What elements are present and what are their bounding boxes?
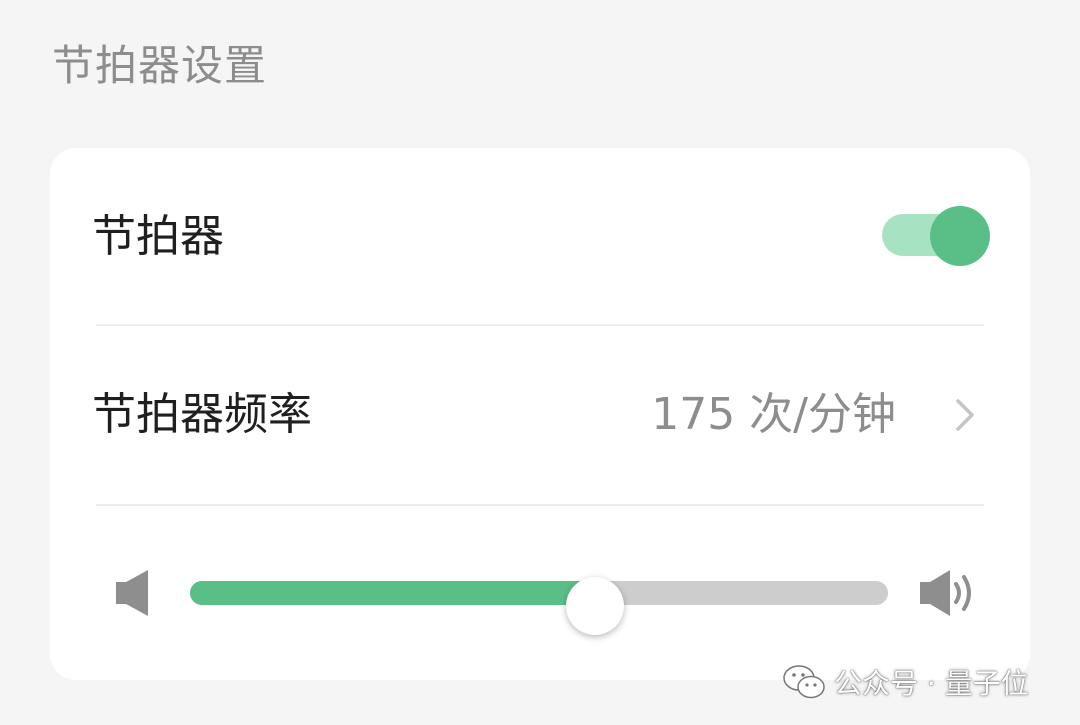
- frequency-label: 节拍器频率: [92, 389, 312, 440]
- watermark: 公众号 · 量子位: [782, 660, 1029, 704]
- chevron-right-icon: [956, 399, 974, 431]
- volume-low-icon: [116, 570, 148, 616]
- slider-thumb[interactable]: [565, 577, 624, 635]
- wechat-icon: [783, 665, 825, 699]
- frequency-value: 175 次/分钟: [651, 389, 896, 440]
- divider: [96, 504, 984, 506]
- volume-slider[interactable]: [190, 568, 890, 635]
- toggle-thumb: [930, 206, 990, 266]
- metronome-label: 节拍器: [92, 211, 224, 262]
- settings-card: 节拍器 节拍器频率 175 次/分钟: [50, 148, 1030, 680]
- metronome-toggle[interactable]: [882, 206, 992, 266]
- frequency-row[interactable]: 节拍器频率 175 次/分钟: [50, 326, 1030, 504]
- slider-fill: [190, 581, 595, 605]
- watermark-text: 公众号 · 量子位: [834, 667, 1029, 700]
- volume-high-icon: [920, 570, 971, 616]
- metronome-row: 节拍器: [50, 148, 1030, 326]
- slider-track: [190, 577, 888, 635]
- section-title: 节拍器设置: [52, 41, 268, 90]
